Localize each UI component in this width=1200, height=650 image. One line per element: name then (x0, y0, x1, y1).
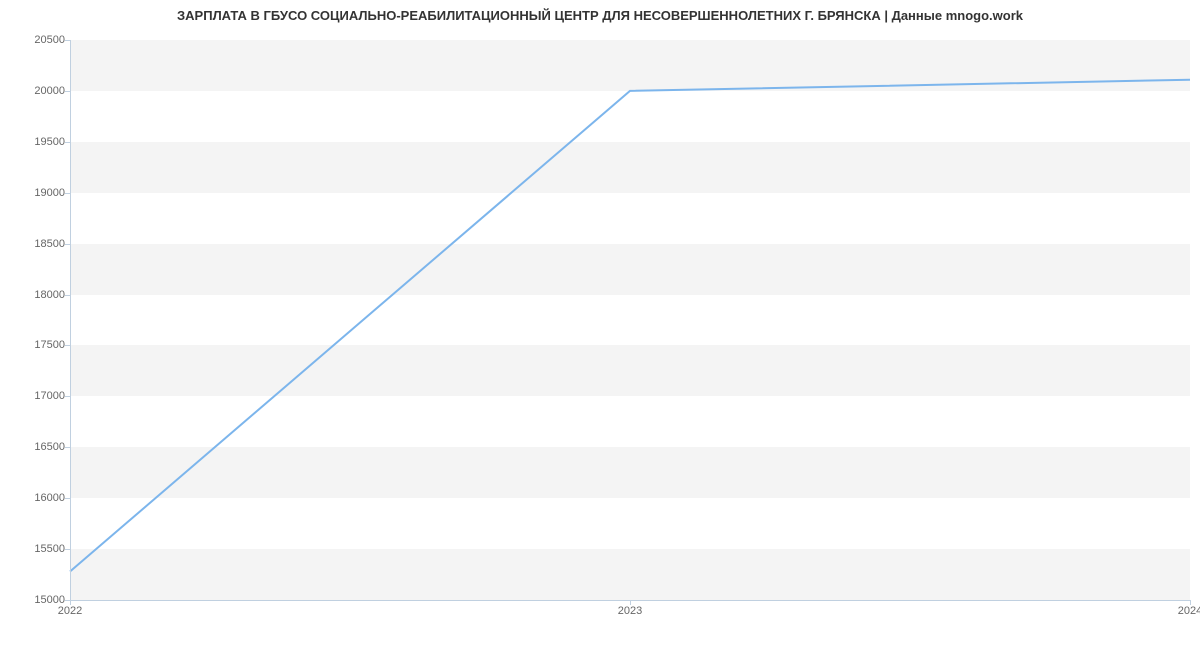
chart-container: ЗАРПЛАТА В ГБУСО СОЦИАЛЬНО-РЕАБИЛИТАЦИОН… (0, 0, 1200, 650)
y-tick-label: 20000 (5, 85, 65, 97)
y-tick-label: 17500 (5, 339, 65, 351)
y-tick-label: 16000 (5, 492, 65, 504)
y-tick-label: 18000 (5, 289, 65, 301)
y-tick-mark (65, 244, 70, 245)
y-axis-line (70, 40, 71, 600)
y-tick-mark (65, 91, 70, 92)
x-tick-mark (1190, 600, 1191, 605)
y-tick-mark (65, 193, 70, 194)
plot-area (70, 40, 1190, 600)
y-tick-label: 20500 (5, 34, 65, 46)
y-tick-label: 19500 (5, 136, 65, 148)
y-tick-mark (65, 345, 70, 346)
y-tick-label: 15000 (5, 594, 65, 606)
x-tick-label: 2022 (58, 605, 82, 617)
y-tick-mark (65, 396, 70, 397)
y-tick-mark (65, 40, 70, 41)
chart-title: ЗАРПЛАТА В ГБУСО СОЦИАЛЬНО-РЕАБИЛИТАЦИОН… (0, 8, 1200, 23)
y-tick-label: 18500 (5, 238, 65, 250)
y-tick-label: 15500 (5, 543, 65, 555)
y-tick-mark (65, 295, 70, 296)
y-tick-mark (65, 549, 70, 550)
y-tick-mark (65, 447, 70, 448)
y-tick-mark (65, 142, 70, 143)
x-tick-label: 2023 (618, 605, 642, 617)
y-tick-mark (65, 498, 70, 499)
x-tick-label: 2024 (1178, 605, 1200, 617)
line-series (70, 40, 1190, 600)
x-tick-mark (630, 600, 631, 605)
y-tick-label: 16500 (5, 441, 65, 453)
x-tick-mark (70, 600, 71, 605)
y-tick-label: 17000 (5, 390, 65, 402)
y-tick-label: 19000 (5, 187, 65, 199)
